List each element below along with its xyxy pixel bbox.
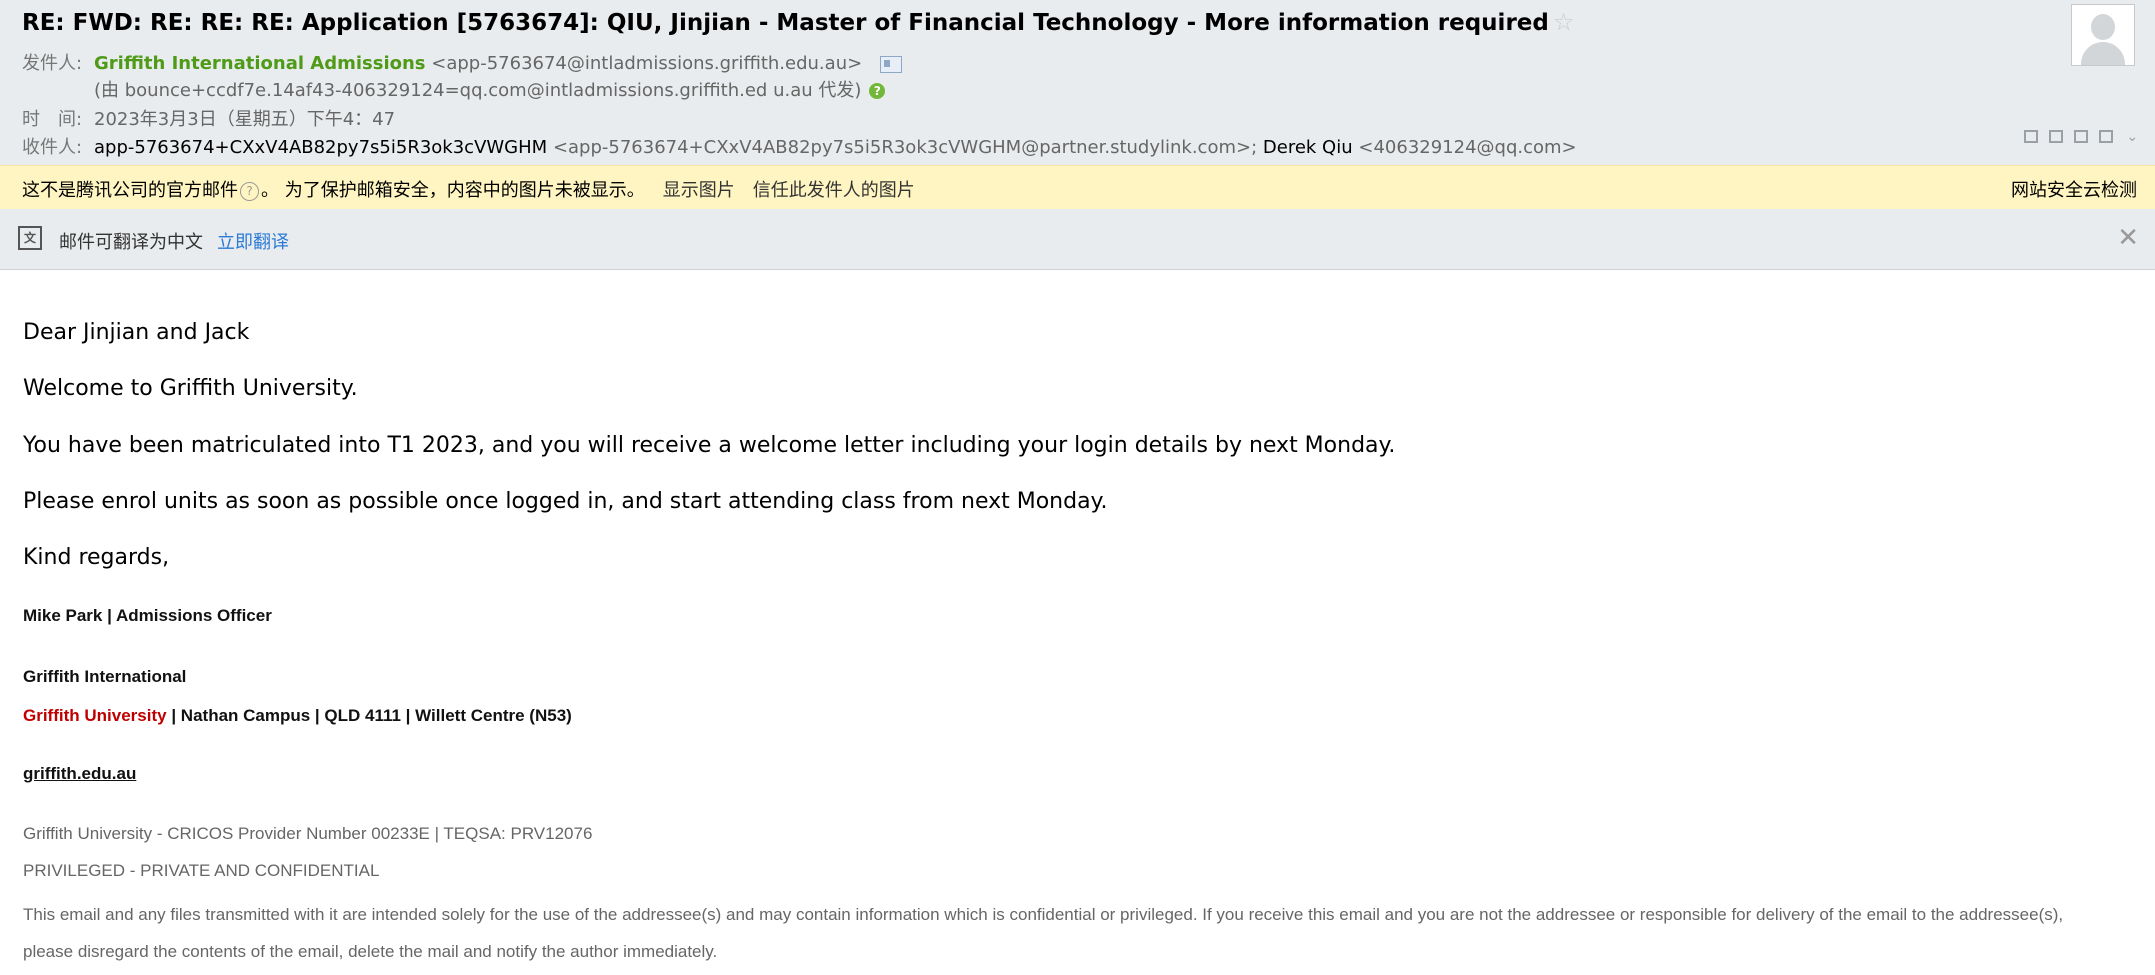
from-row: 发件人: Griffith International Admissions <a…	[22, 49, 902, 75]
website-link[interactable]: griffith.edu.au	[23, 764, 136, 784]
footer-disclaimer: This email and any files transmitted wit…	[23, 905, 2064, 961]
security-warning-bar: 这不是腾讯公司的官方邮件?。 为了保护邮箱安全，内容中的图片未被显示。 显示图片信…	[0, 165, 2155, 210]
signature-campus: | Nathan Campus | QLD 4111 | Willett Cen…	[166, 706, 572, 725]
signature-address: Griffith University | Nathan Campus | QL…	[23, 706, 572, 726]
translate-text: 邮件可翻译为中文	[59, 232, 203, 253]
translate-icon: 文	[18, 226, 42, 250]
to-row: 收件人: app-5763674+CXxV4AB82py7s5i5R3ok3cVW…	[22, 133, 1577, 159]
print-icon[interactable]	[2099, 130, 2114, 143]
translate-bar: 文 邮件可翻译为中文 立即翻译 ✕	[0, 209, 2155, 270]
to-label: 收件人:	[22, 137, 83, 158]
from-label: 发件人:	[22, 53, 83, 74]
chevron-down-icon[interactable]: ⌄	[2126, 129, 2138, 145]
footer-cricos: Griffith University - CRICOS Provider Nu…	[23, 824, 593, 843]
avatar-head-icon	[2091, 14, 2115, 40]
recipient-email-1[interactable]: <app-5763674+CXxV4AB82py7s5i5R3ok3cVWGHM…	[553, 137, 1257, 158]
via-text: (由 bounce+ccdf7e.14af43-406329124=qq.com…	[94, 80, 862, 101]
star-icon[interactable]: ☆	[1553, 8, 1575, 36]
warning-text-1: 这不是腾讯公司的官方邮件	[22, 180, 238, 201]
header-toolbar: ⌄	[2018, 126, 2138, 145]
cloud-security-check-link[interactable]: 网站安全云检测	[2011, 176, 2137, 202]
avatar-body-icon	[2081, 42, 2125, 65]
email-header: RE: FWD: RE: RE: RE: Application [576367…	[0, 0, 2155, 165]
via-row: (由 bounce+ccdf7e.14af43-406329124=qq.com…	[94, 76, 886, 102]
welcome-line: Welcome to Griffith University.	[23, 376, 358, 401]
new-window-icon[interactable]	[2024, 130, 2038, 143]
question-icon[interactable]: ?	[240, 181, 259, 201]
paragraph-2: Please enrol units as soon as possible o…	[23, 489, 1108, 514]
greeting: Dear Jinjian and Jack	[23, 320, 250, 345]
translate-message: 邮件可翻译为中文 立即翻译	[59, 228, 289, 254]
signature-org: Griffith International	[23, 667, 187, 686]
sender-name[interactable]: Griffith International Admissions	[94, 53, 426, 74]
sender-email[interactable]: <app-5763674@intladmissions.griffith.edu…	[431, 53, 862, 74]
closing: Kind regards,	[23, 545, 170, 570]
trust-sender-images-link[interactable]: 信任此发件人的图片	[753, 180, 915, 201]
recipient-email-2[interactable]: <406329124@qq.com>	[1358, 137, 1576, 158]
close-icon[interactable]: ✕	[2117, 223, 2139, 253]
time-value: 2023年3月3日（星期五）下午4：47	[94, 109, 396, 130]
contact-card-icon[interactable]	[879, 55, 902, 73]
recipient-name-1[interactable]: app-5763674+CXxV4AB82py7s5i5R3ok3cVWGHM	[94, 137, 547, 158]
signature-university: Griffith University	[23, 706, 167, 725]
show-images-link[interactable]: 显示图片	[663, 180, 735, 201]
website-link-text[interactable]: griffith.edu.au	[23, 764, 136, 783]
expand-icon[interactable]	[2049, 130, 2064, 143]
warning-message: 这不是腾讯公司的官方邮件?。 为了保护邮箱安全，内容中的图片未被显示。 显示图片信…	[22, 176, 915, 202]
translate-now-link[interactable]: 立即翻译	[217, 232, 289, 253]
subject-text: RE: FWD: RE: RE: RE: Application [576367…	[22, 10, 1549, 36]
footer-confidential: PRIVILEGED - PRIVATE AND CONFIDENTIAL	[23, 861, 380, 880]
email-subject: RE: FWD: RE: RE: RE: Application [576367…	[22, 8, 1574, 36]
download-icon[interactable]	[2074, 130, 2089, 143]
time-label: 时 间:	[22, 109, 83, 130]
warning-text-2: 。 为了保护邮箱安全，内容中的图片未被显示。	[261, 180, 645, 201]
signature-name: Mike Park | Admissions Officer	[23, 606, 272, 625]
help-icon[interactable]: ?	[869, 83, 886, 99]
sender-avatar[interactable]	[2071, 4, 2135, 66]
paragraph-1: You have been matriculated into T1 2023,…	[23, 433, 1396, 458]
time-row: 时 间: 2023年3月3日（星期五）下午4：47	[22, 105, 395, 131]
recipient-name-2[interactable]: Derek Qiu	[1263, 137, 1353, 158]
